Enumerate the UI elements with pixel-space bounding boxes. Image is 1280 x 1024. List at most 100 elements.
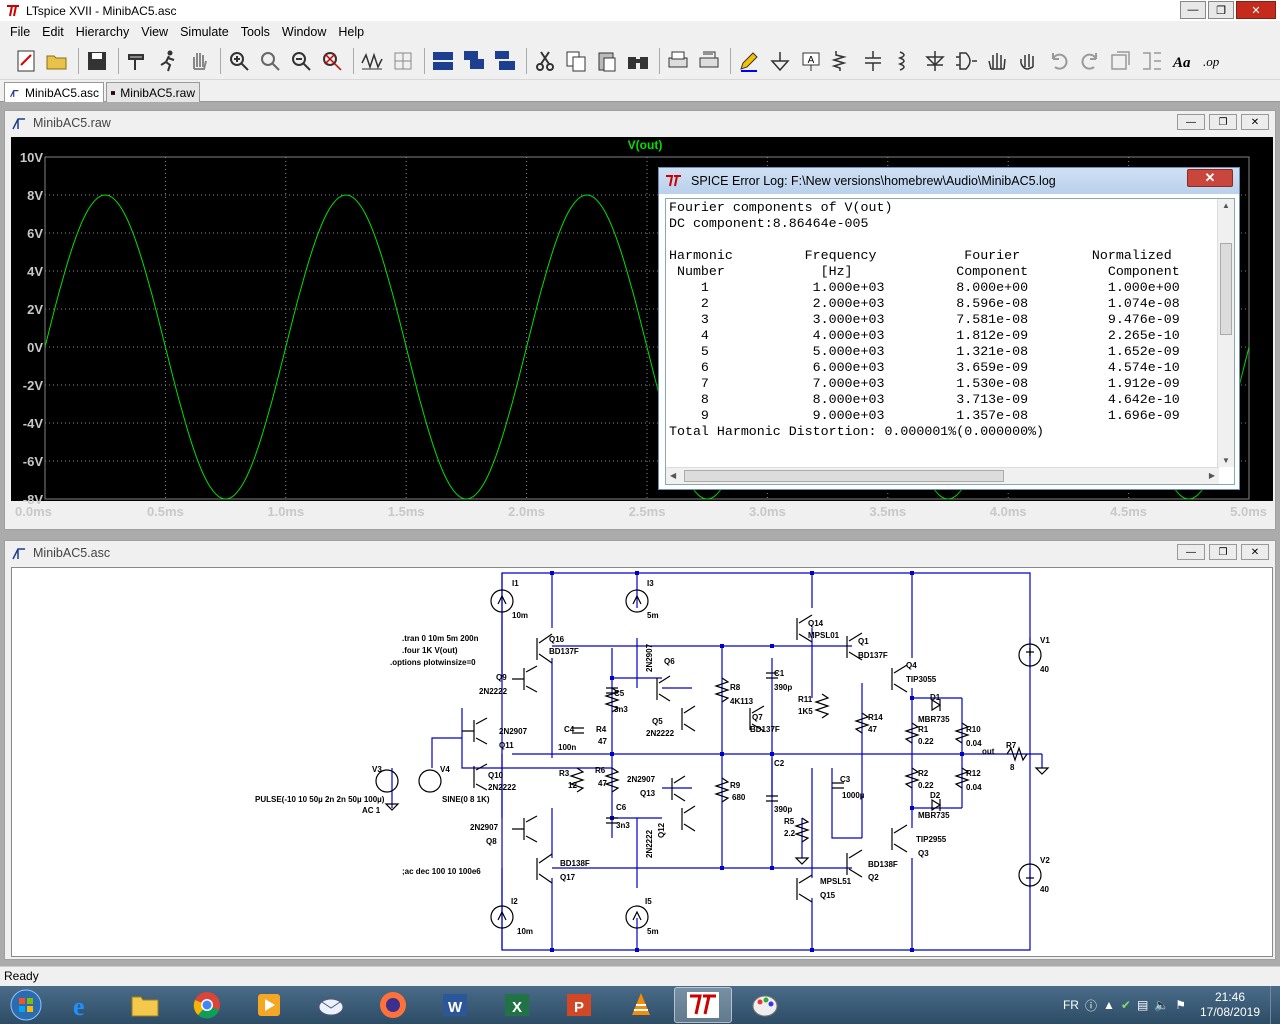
component-label[interactable]: 3n3 <box>614 705 628 714</box>
component-label[interactable]: PULSE(-10 10 50µ 2n 2n 50µ 100µ) <box>255 795 385 804</box>
component-label[interactable]: C6 <box>616 803 627 812</box>
component-label[interactable]: I1 <box>512 579 519 588</box>
component-button[interactable] <box>952 47 980 75</box>
schematic-canvas[interactable]: I1 10m I3 5m Q16 BD137F 2N2907 Q6 Q9 2N2222 C5 3n3 Q… <box>11 567 1273 957</box>
menu-window[interactable]: Window <box>276 25 332 39</box>
scroll-up-arrow-icon[interactable]: ▲ <box>1222 201 1230 210</box>
menu-edit[interactable]: Edit <box>36 25 70 39</box>
component-label[interactable]: R3 <box>559 769 570 778</box>
clock[interactable]: 21:46 17/08/2019 <box>1194 990 1266 1020</box>
start-button[interactable] <box>0 986 52 1024</box>
component-label[interactable]: 8 <box>1010 763 1015 772</box>
pan-button[interactable] <box>256 47 284 75</box>
zoom-in-button[interactable] <box>225 47 253 75</box>
run-button[interactable] <box>154 47 182 75</box>
text-button[interactable]: Aa <box>1169 47 1197 75</box>
help-icon[interactable]: ⓘ <box>1085 997 1097 1014</box>
window-close-button[interactable]: ✕ <box>1241 114 1269 130</box>
redo-button[interactable] <box>1076 47 1104 75</box>
tile-vertical-button[interactable] <box>491 47 519 75</box>
scroll-left-arrow-icon[interactable]: ◀ <box>670 471 676 480</box>
taskbar-firefox[interactable] <box>364 987 422 1023</box>
halt-button[interactable] <box>185 47 213 75</box>
component-label[interactable]: 2N2222 <box>479 687 508 696</box>
component-label[interactable]: 12 <box>568 781 577 790</box>
component-label[interactable]: C4 <box>564 725 575 734</box>
autorange-button[interactable] <box>358 47 386 75</box>
log-text-area[interactable]: Fourier components of V(out) DC componen… <box>665 198 1235 485</box>
component-label[interactable]: 4K113 <box>730 697 754 706</box>
component-label[interactable]: 390p <box>774 683 792 692</box>
component-label[interactable]: 40 <box>1040 885 1049 894</box>
component-label[interactable]: R5 <box>784 817 795 826</box>
component-label[interactable]: AC 1 <box>362 806 381 815</box>
window-minimize-button[interactable]: — <box>1177 544 1205 560</box>
zoom-fit-button[interactable] <box>318 47 346 75</box>
scroll-thumb[interactable] <box>1220 243 1232 335</box>
component-label[interactable]: V4 <box>440 765 450 774</box>
component-label[interactable]: 2N2907 <box>627 775 656 784</box>
mark-unused-button[interactable] <box>389 47 417 75</box>
menu-simulate[interactable]: Simulate <box>174 25 235 39</box>
window-restore-button[interactable]: ❐ <box>1209 544 1237 560</box>
move-button[interactable] <box>983 47 1011 75</box>
component-label[interactable]: TIP2955 <box>916 835 947 844</box>
restore-button[interactable]: ❐ <box>1208 1 1234 19</box>
component-label[interactable]: Q10 <box>488 771 504 780</box>
component-label[interactable]: 5m <box>647 927 659 936</box>
component-label[interactable]: BD138F <box>868 860 898 869</box>
ac-comment-directive[interactable]: ;ac dec 100 10 100e6 <box>402 867 481 876</box>
window-restore-button[interactable]: ❐ <box>1209 114 1237 130</box>
taskbar-media-player[interactable] <box>240 987 298 1023</box>
language-indicator[interactable]: FR <box>1063 998 1079 1012</box>
window-close-button[interactable]: ✕ <box>1241 544 1269 560</box>
taskbar-ltspice[interactable] <box>674 987 732 1023</box>
component-label[interactable]: 47 <box>598 779 607 788</box>
component-label[interactable]: 2.2 <box>784 829 796 838</box>
scroll-right-arrow-icon[interactable]: ▶ <box>1209 471 1215 480</box>
component-label[interactable]: MBR735 <box>918 715 950 724</box>
component-label[interactable]: BD137F <box>549 647 579 656</box>
inductor-button[interactable] <box>890 47 918 75</box>
tab-minibac5-raw[interactable]: MinibAC5.raw <box>106 82 200 102</box>
component-label[interactable]: I2 <box>511 897 518 906</box>
component-label[interactable]: 2N2907 <box>645 643 654 672</box>
component-label[interactable]: BD137F <box>858 651 888 660</box>
resistor-button[interactable] <box>828 47 856 75</box>
menu-tools[interactable]: Tools <box>235 25 276 39</box>
component-label[interactable]: Q14 <box>808 619 824 628</box>
component-label[interactable]: BD137F <box>750 725 780 734</box>
taskbar-mail[interactable] <box>302 987 360 1023</box>
cascade-button[interactable] <box>460 47 488 75</box>
taskbar-paint[interactable] <box>736 987 794 1023</box>
component-label[interactable]: 0.22 <box>918 781 934 790</box>
draw-wire-button[interactable] <box>735 47 763 75</box>
component-label[interactable]: Q11 <box>499 741 514 750</box>
zoom-out-button[interactable] <box>287 47 315 75</box>
minimize-button[interactable]: — <box>1180 1 1206 19</box>
component-label[interactable]: V1 <box>1040 636 1050 645</box>
sim-directive-four[interactable]: .four 1K V(out) <box>402 646 458 655</box>
component-label[interactable]: Q9 <box>496 673 507 682</box>
component-label[interactable]: R1 <box>918 725 929 734</box>
security-shield-icon[interactable]: ✔ <box>1121 998 1131 1012</box>
component-label[interactable]: SINE(0 8 1K) <box>442 795 490 804</box>
ground-button[interactable] <box>766 47 794 75</box>
log-vertical-scrollbar[interactable]: ▲ ▼ <box>1217 199 1234 467</box>
component-label[interactable]: R4 <box>596 725 607 734</box>
component-label[interactable]: R8 <box>730 683 741 692</box>
rotate-button[interactable] <box>1107 47 1135 75</box>
component-label[interactable]: 2N2907 <box>499 727 528 736</box>
component-label[interactable]: MBR735 <box>918 811 950 820</box>
drag-button[interactable] <box>1014 47 1042 75</box>
tab-minibac5-asc[interactable]: MinibAC5.asc <box>4 82 104 102</box>
component-label[interactable]: Q4 <box>906 661 917 670</box>
component-label[interactable]: 1000µ <box>842 791 865 800</box>
component-label[interactable]: 2N2907 <box>470 823 499 832</box>
taskbar-internet-explorer[interactable]: e <box>54 987 112 1023</box>
component-label[interactable]: Q5 <box>652 717 663 726</box>
component-label[interactable]: Q3 <box>918 849 929 858</box>
component-label[interactable]: Q2 <box>868 873 879 882</box>
component-label[interactable]: Q12 <box>657 822 666 838</box>
menu-help[interactable]: Help <box>332 25 370 39</box>
